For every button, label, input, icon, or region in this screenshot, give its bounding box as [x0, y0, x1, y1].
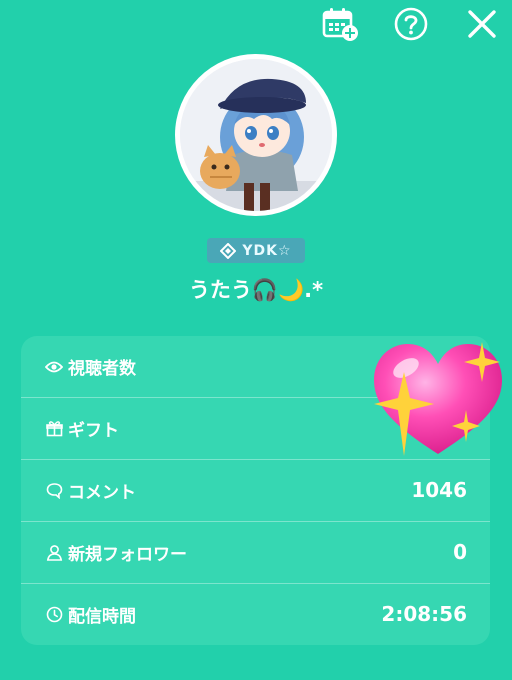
stat-value: 2:08:56 [381, 602, 467, 626]
calendar-add-icon [322, 8, 358, 41]
stat-row-stream-time: 配信時間 2:08:56 [21, 583, 490, 644]
comment-icon [45, 481, 63, 499]
person-icon [45, 543, 63, 561]
gift-icon [45, 419, 63, 437]
stat-value: 0 [453, 540, 467, 564]
username: うたう🎧🌙.* [188, 278, 324, 302]
calendar-add-button[interactable] [320, 4, 360, 44]
sparkling-heart-sticker [374, 342, 502, 456]
eye-icon [45, 358, 63, 376]
stat-label: 配信時間 [68, 606, 136, 627]
stat-label: コメント [68, 482, 136, 503]
stat-row-new-followers: 新規フォロワー 0 [21, 521, 490, 582]
stat-row-comments: コメント 1046 [21, 459, 490, 520]
badge-label: YDK☆ [242, 242, 292, 259]
avatar-image [180, 59, 332, 211]
help-button[interactable] [391, 4, 431, 44]
stat-value: 1046 [411, 478, 467, 502]
rank-badge: YDK☆ [207, 238, 305, 263]
close-button[interactable] [462, 4, 502, 44]
avatar[interactable] [175, 54, 337, 216]
clock-icon [45, 605, 63, 623]
diamond-icon [220, 242, 237, 259]
close-icon [468, 10, 496, 38]
stat-label: 新規フォロワー [68, 544, 187, 565]
help-icon [394, 7, 428, 41]
